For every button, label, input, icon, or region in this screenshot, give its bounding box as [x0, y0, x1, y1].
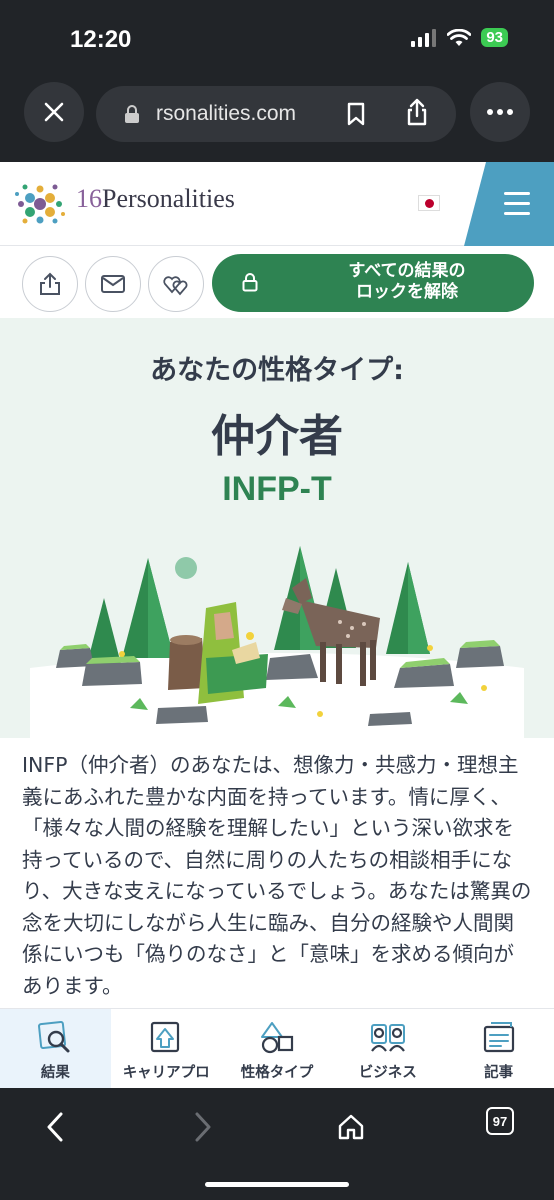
tab-types[interactable]: 性格タイプ [222, 1009, 333, 1089]
site-header: 16Personalities [0, 162, 554, 246]
home-indicator [205, 1182, 349, 1187]
personality-hero: あなたの性格タイプ: 仲介者 INFP-T [0, 318, 554, 738]
status-icons: 93 [411, 28, 508, 47]
share-icon [40, 272, 60, 295]
tab-results[interactable]: 結果 [0, 1009, 111, 1089]
browser-toolbar: rsonalities.com [0, 82, 554, 162]
share-icon[interactable] [406, 98, 428, 126]
tab-career[interactable]: キャリアプロ [111, 1009, 222, 1089]
personality-description: INFP（仲介者）のあなたは、想像力・共感力・理想主義にあふれた豊かな内面を持っ… [22, 753, 532, 998]
menu-button[interactable] [464, 162, 554, 246]
hearts-icon [163, 276, 188, 296]
tabs-button[interactable]: 97 [486, 1107, 514, 1135]
results-icon [38, 1021, 70, 1053]
personality-code: INFP-T [222, 470, 332, 508]
status-bar: 12:20 93 [0, 0, 554, 82]
more-options-button[interactable] [470, 82, 530, 142]
action-bar: すべての結果の ロックを解除 [0, 246, 554, 318]
forward-button[interactable] [178, 1102, 228, 1152]
unlock-button-label: すべての結果の ロックを解除 [292, 261, 522, 303]
personality-type-heading: あなたの性格タイプ: [150, 355, 404, 386]
status-time: 12:20 [70, 26, 132, 53]
home-button[interactable] [326, 1102, 376, 1152]
back-button[interactable] [30, 1102, 80, 1152]
bottom-tab-nav: 結果 キャリアプロ 性格タイプ ビジネス 記事 [0, 1008, 554, 1089]
wifi-icon [447, 28, 472, 46]
tab-business[interactable]: ビジネス [332, 1009, 443, 1089]
mediator-illustration [30, 546, 524, 738]
tab-results-label: 結果 [40, 1065, 70, 1081]
url-text: rsonalities.com [156, 102, 297, 125]
more-icon [487, 109, 513, 115]
lock-icon [125, 105, 139, 123]
unlock-results-button[interactable]: すべての結果の ロックを解除 [212, 254, 534, 312]
business-icon [370, 1024, 405, 1052]
unlock-label-line2: ロックを解除 [356, 282, 458, 302]
personality-name: 仲介者 [211, 411, 343, 462]
site-logo-text[interactable]: 16Personalities [76, 184, 235, 214]
types-icon [260, 1022, 294, 1054]
tab-types-label: 性格タイプ [240, 1065, 314, 1081]
close-tab-button[interactable] [24, 82, 84, 142]
chevron-right-icon [195, 1112, 211, 1142]
tab-career-label: キャリアプロ [122, 1065, 210, 1081]
language-flag-icon[interactable] [418, 195, 440, 211]
web-page: 16Personalities すべての結果の ロックを解除 あなたの性格タイプ… [0, 162, 554, 1088]
site-logo-icon[interactable] [12, 176, 68, 232]
close-icon [44, 102, 64, 122]
career-icon [151, 1021, 180, 1053]
battery-indicator: 93 [481, 28, 508, 47]
chevron-left-icon [47, 1112, 63, 1142]
bookmark-icon[interactable] [346, 102, 366, 126]
share-result-button[interactable] [22, 256, 78, 312]
logo-name: Personalities [102, 184, 235, 213]
articles-icon [483, 1022, 514, 1053]
compare-button[interactable] [148, 256, 204, 312]
logo-number: 16 [76, 184, 102, 213]
unlock-label-line1: すべての結果の [348, 261, 466, 281]
tab-articles[interactable]: 記事 [443, 1009, 554, 1089]
tab-articles-label: 記事 [484, 1065, 514, 1081]
mail-icon [101, 275, 125, 293]
address-bar[interactable]: rsonalities.com [96, 86, 456, 142]
home-icon [338, 1114, 364, 1140]
lock-icon [242, 273, 258, 292]
tab-business-label: ビジネス [358, 1065, 417, 1081]
email-result-button[interactable] [85, 256, 141, 312]
browser-bottom-toolbar: 97 [0, 1088, 554, 1200]
signal-icon [411, 28, 437, 47]
